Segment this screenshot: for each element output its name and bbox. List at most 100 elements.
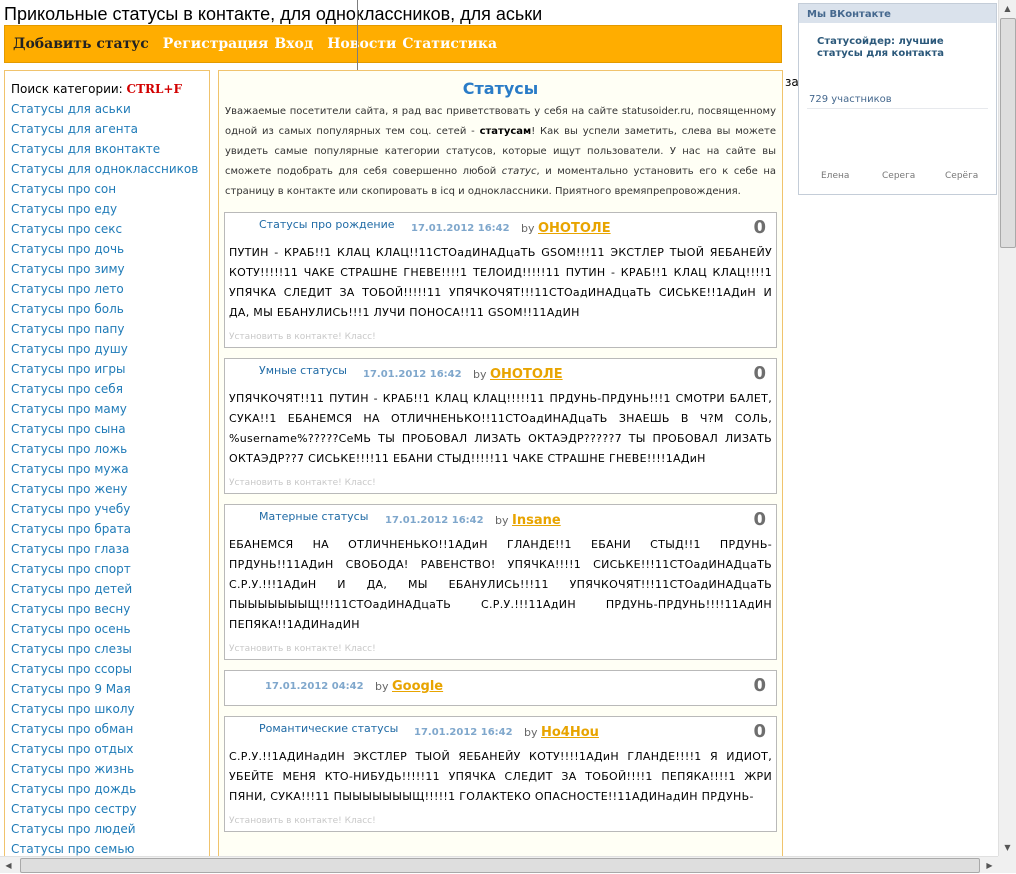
post-by-label: by (521, 222, 535, 235)
sidebar-category-link[interactable]: Статусы про себя (11, 379, 209, 399)
post-score[interactable]: 0 (753, 363, 766, 384)
post-header: Умные статусы 17.01.2012 16:42 by ОНОТОЛЕ 0 (229, 359, 772, 389)
sidebar-category-link[interactable]: Статусы про обман (11, 719, 209, 739)
sidebar-category-link[interactable]: Статусы для вконтакте (11, 139, 209, 159)
category-list: Статусы для аськи Статусы для агента Стату… (11, 99, 209, 859)
horizontal-scrollbar[interactable]: ◀ ▶ (0, 856, 998, 873)
sidebar-category-link[interactable]: Статусы про сына (11, 419, 209, 439)
sidebar-category-link[interactable]: Статусы про осень (11, 619, 209, 639)
sidebar-category-link[interactable]: Статусы про жену (11, 479, 209, 499)
post-score[interactable]: 0 (753, 675, 766, 696)
widget-members-count[interactable]: 729 участников (809, 94, 892, 105)
sidebar-category-link[interactable]: Статусы про папу (11, 319, 209, 339)
search-hint-label: Поиск категории: (11, 82, 123, 96)
scroll-down-icon[interactable]: ▼ (999, 839, 1016, 856)
sidebar-category-link[interactable]: Статусы про 9 Мая (11, 679, 209, 699)
post-install-link[interactable]: Установить в контакте! Класс! (229, 329, 772, 345)
intro-bold: статусам (479, 126, 532, 137)
nav-register[interactable]: Регистрация (163, 36, 269, 52)
sidebar-category-link[interactable]: Статусы для агента (11, 119, 209, 139)
sidebar-category-link[interactable]: Статусы про ссоры (11, 659, 209, 679)
post-author-link[interactable]: ОНОТОЛЕ (538, 221, 611, 236)
top-navigation: Добавить статус Регистрация Вход Новости… (4, 25, 782, 63)
post-category-link[interactable]: Статусы про рождение (259, 218, 394, 231)
post-score[interactable]: 0 (753, 721, 766, 742)
nav-add-status[interactable]: Добавить статус (13, 36, 149, 52)
post-text: ПУТИН - КРАБ!!1 КЛАЦ КЛАЦ!!11СТОадИНАДца… (229, 246, 772, 319)
scrollbar-corner (998, 856, 1016, 873)
sidebar-category-link[interactable]: Статусы про боль (11, 299, 209, 319)
post-header: Романтические статусы 17.01.2012 16:42 by … (229, 717, 772, 747)
vertical-scroll-thumb[interactable] (1000, 18, 1016, 248)
sidebar-category-link[interactable]: Статусы про ложь (11, 439, 209, 459)
post-header: Матерные статусы 17.01.2012 16:42 by Insan… (229, 505, 772, 535)
category-sidebar: Поиск категории: CTRL+F Статусы для аськ… (4, 70, 210, 860)
sidebar-category-link[interactable]: Статусы про маму (11, 399, 209, 419)
sidebar-category-link[interactable]: Статусы про сестру (11, 799, 209, 819)
sidebar-category-link[interactable]: Статусы про лето (11, 279, 209, 299)
scroll-up-icon[interactable]: ▲ (999, 0, 1016, 17)
post-date: 17.01.2012 16:42 (363, 369, 462, 380)
widget-header[interactable]: Мы ВКонтакте (799, 4, 996, 23)
sidebar-category-link[interactable]: Статусы про секс (11, 219, 209, 239)
sidebar-category-link[interactable]: Статусы про детей (11, 579, 209, 599)
status-list: Статусы про рождение 17.01.2012 16:42 by О… (219, 212, 782, 832)
post-text: ЕБАНЕМСЯ НА ОТЛИЧНЕНЬКО!!1АДиН ГЛАНДЕ!!1… (229, 538, 772, 631)
post-score[interactable]: 0 (753, 217, 766, 238)
site-title: Прикольные статусы в контакте, для однок… (4, 4, 543, 24)
post-install-link[interactable]: Установить в контакте! Класс! (229, 641, 772, 657)
sidebar-category-link[interactable]: Статусы про слезы (11, 639, 209, 659)
post-author-line: by Insane (495, 513, 561, 528)
sidebar-category-link[interactable]: Статусы про людей (11, 819, 209, 839)
sidebar-category-link[interactable]: Статусы про дождь (11, 779, 209, 799)
post-author-link[interactable]: Ho4Hou (541, 725, 599, 740)
widget-group-name[interactable]: Статусойдер: лучшие статусы для контакта (817, 36, 967, 60)
post-author-link[interactable]: ОНОТОЛЕ (490, 367, 563, 382)
post-category-link[interactable]: Романтические статусы (259, 722, 398, 735)
nav-stats[interactable]: Статистика (402, 36, 497, 52)
scroll-left-icon[interactable]: ◀ (0, 857, 17, 874)
post-category-link[interactable]: Матерные статусы (259, 510, 368, 523)
sidebar-category-link[interactable]: Статусы про сон (11, 179, 209, 199)
sidebar-category-link[interactable]: Статусы про спорт (11, 559, 209, 579)
post-by-label: by (473, 368, 487, 381)
sidebar-category-link[interactable]: Статусы про душу (11, 339, 209, 359)
widget-member[interactable]: Серёга (945, 171, 978, 181)
scroll-right-icon[interactable]: ▶ (981, 857, 998, 874)
nav-login[interactable]: Вход (274, 36, 313, 52)
sidebar-category-link[interactable]: Статусы про дочь (11, 239, 209, 259)
sidebar-category-link[interactable]: Статусы про зиму (11, 259, 209, 279)
sidebar-category-link[interactable]: Статусы про весну (11, 599, 209, 619)
post-date: 17.01.2012 04:42 (265, 681, 364, 692)
sidebar-category-link[interactable]: Статусы про глаза (11, 539, 209, 559)
widget-member[interactable]: Серега (882, 171, 915, 181)
sidebar-category-link[interactable]: Статусы про игры (11, 359, 209, 379)
sidebar-category-link[interactable]: Статусы про еду (11, 199, 209, 219)
horizontal-scroll-thumb[interactable] (20, 858, 980, 873)
intro-text: Уважаемые посетители сайта, я рад вас пр… (225, 102, 776, 202)
main-content: Статусы Уважаемые посетители сайта, я ра… (218, 70, 783, 860)
sidebar-category-link[interactable]: Статусы про отдых (11, 739, 209, 759)
sidebar-category-link[interactable]: Статусы про мужа (11, 459, 209, 479)
sidebar-category-link[interactable]: Статусы про школу (11, 699, 209, 719)
status-post: Матерные статусы 17.01.2012 16:42 by Insan… (224, 504, 777, 660)
widget-member[interactable]: Елена (821, 171, 849, 181)
sidebar-category-link[interactable]: Статусы про учебу (11, 499, 209, 519)
nav-news[interactable]: Новости (327, 36, 396, 52)
search-hint-key: CTRL+F (126, 82, 182, 96)
status-post: Статусы про рождение 17.01.2012 16:42 by О… (224, 212, 777, 348)
post-header: Статусы про рождение 17.01.2012 16:42 by О… (229, 213, 772, 243)
post-install-link[interactable]: Установить в контакте! Класс! (229, 813, 772, 829)
post-score[interactable]: 0 (753, 509, 766, 530)
vertical-scrollbar[interactable]: ▲ ▼ (998, 0, 1016, 856)
sidebar-category-link[interactable]: Статусы для одноклассников (11, 159, 209, 179)
post-install-link[interactable]: Установить в контакте! Класс! (229, 475, 772, 491)
post-category-link[interactable]: Умные статусы (259, 364, 347, 377)
sidebar-category-link[interactable]: Статусы про жизнь (11, 759, 209, 779)
sidebar-category-link[interactable]: Статусы для аськи (11, 99, 209, 119)
sidebar-category-link[interactable]: Статусы про брата (11, 519, 209, 539)
post-author-link[interactable]: Google (392, 679, 443, 694)
post-text: УПЯЧКОЧЯТ!!11 ПУТИН - КРАБ!!1 КЛАЦ КЛАЦ!… (229, 392, 772, 465)
post-author-line: by ОНОТОЛЕ (473, 367, 563, 382)
post-author-link[interactable]: Insane (512, 513, 561, 528)
